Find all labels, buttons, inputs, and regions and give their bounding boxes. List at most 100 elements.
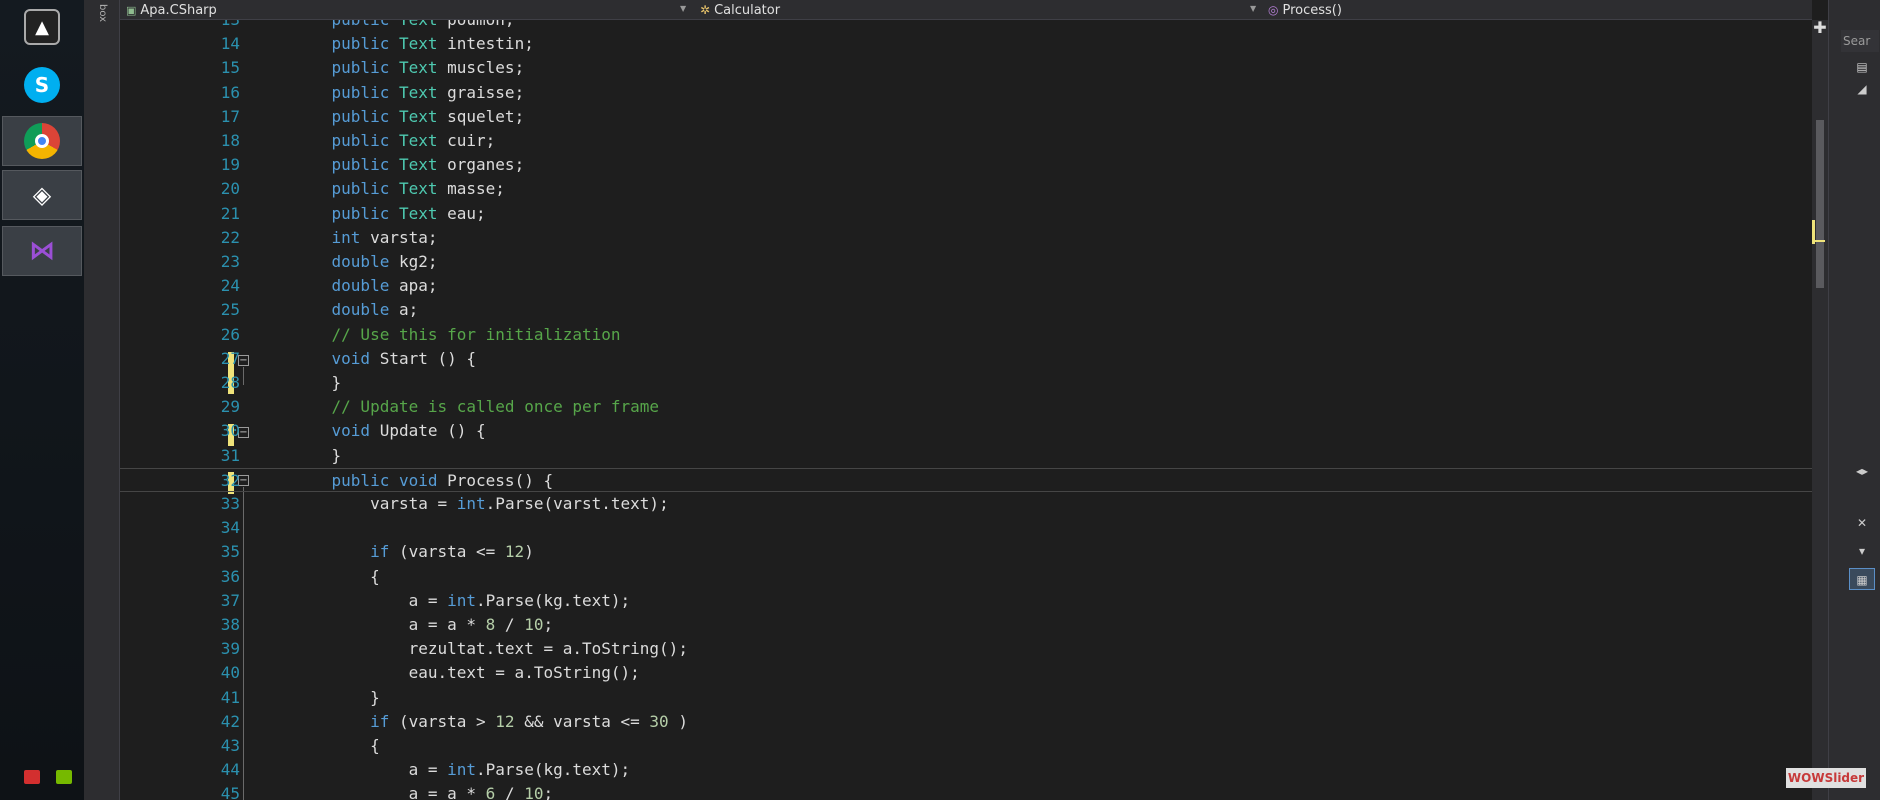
code-text[interactable]: } — [293, 686, 380, 710]
chevron-down-icon[interactable]: ▼ — [1250, 4, 1256, 13]
line-number: 42 — [220, 711, 240, 731]
code-text[interactable]: a = int.Parse(kg.text); — [293, 758, 631, 782]
code-text[interactable]: if (varsta <= 12) — [293, 540, 534, 564]
close-icon[interactable]: ✕ — [1849, 512, 1875, 534]
taskbar-skype[interactable]: S — [2, 60, 82, 110]
code-text[interactable]: a = a * 6 / 10; — [293, 782, 554, 800]
taskbar-app-1[interactable]: ▲ — [2, 2, 82, 52]
code-line[interactable]: 44 a = int.Parse(kg.text); — [120, 758, 1812, 782]
code-line[interactable]: 41 } — [120, 686, 1812, 710]
member-dropdown[interactable]: ◎ Process() — [1268, 0, 1342, 20]
code-text[interactable]: public Text squelet; — [293, 105, 525, 129]
code-text[interactable]: public Text cuir; — [293, 129, 496, 153]
class-dropdown[interactable]: ✲ Calculator — [700, 0, 780, 20]
search-box[interactable]: Sear — [1841, 30, 1879, 52]
code-line[interactable]: 16 public Text graisse; — [120, 81, 1812, 105]
code-line[interactable]: 26 // Use this for initialization — [120, 323, 1812, 347]
code-text[interactable]: public void Process() { — [293, 469, 554, 493]
code-line[interactable]: 34 — [120, 516, 1812, 540]
code-text[interactable]: { — [293, 565, 380, 589]
line-number: 44 — [220, 760, 240, 780]
line-number: 13 — [170, 20, 240, 32]
code-editor[interactable]: − − − 13 public Text poumon;14 public Te… — [120, 20, 1812, 800]
code-line[interactable]: 31 } — [120, 444, 1812, 468]
code-text[interactable]: public Text eau; — [293, 202, 486, 226]
code-text[interactable]: public Text muscles; — [293, 56, 525, 80]
line-number: 31 — [220, 445, 240, 465]
code-line[interactable]: 17 public Text squelet; — [120, 105, 1812, 129]
code-line[interactable]: 15 public Text muscles; — [120, 56, 1812, 80]
code-line[interactable]: 23 double kg2; — [120, 250, 1812, 274]
scroll-arrows-icon[interactable]: ◂▸ — [1849, 460, 1875, 482]
toolbox-tab[interactable]: box — [96, 4, 108, 24]
code-line[interactable]: 33 varsta = int.Parse(varst.text); — [120, 492, 1812, 516]
code-text[interactable]: void Update () { — [293, 419, 486, 443]
code-text[interactable]: } — [293, 371, 342, 395]
line-number: 39 — [220, 639, 240, 659]
code-text[interactable]: a = a * 8 / 10; — [293, 613, 554, 637]
code-line[interactable]: 45 a = a * 6 / 10; — [120, 782, 1812, 800]
taskbar-chrome[interactable] — [2, 116, 82, 166]
code-line[interactable]: 14 public Text intestin; — [120, 32, 1812, 56]
code-line[interactable]: 35 if (varsta <= 12) — [120, 540, 1812, 564]
code-line[interactable]: 39 rezultat.text = a.ToString(); — [120, 637, 1812, 661]
code-line[interactable]: 40 eau.text = a.ToString(); — [120, 661, 1812, 685]
code-text[interactable]: eau.text = a.ToString(); — [293, 661, 640, 685]
line-number: 14 — [220, 34, 240, 54]
caret-position-marker — [1812, 220, 1828, 244]
vertical-scrollbar[interactable] — [1812, 20, 1828, 800]
code-line[interactable]: 42 if (varsta > 12 && varsta <= 30 ) — [120, 710, 1812, 734]
panel-toggle-icon[interactable]: ▦ — [1849, 568, 1875, 590]
code-line[interactable]: 28 } — [120, 371, 1812, 395]
code-text[interactable]: varsta = int.Parse(varst.text); — [293, 492, 669, 516]
class-label: Calculator — [714, 2, 781, 18]
code-text[interactable]: { — [293, 734, 380, 758]
chevron-down-icon[interactable]: ▾ — [1849, 540, 1875, 562]
code-text[interactable]: // Update is called once per frame — [293, 395, 660, 419]
code-text[interactable]: public Text masse; — [293, 177, 505, 201]
code-line[interactable]: 30 void Update () { — [120, 419, 1812, 443]
code-line[interactable]: 38 a = a * 8 / 10; — [120, 613, 1812, 637]
class-icon: ✲ — [700, 3, 711, 17]
code-text[interactable]: double apa; — [293, 274, 438, 298]
project-dropdown[interactable]: ▣ Apa.CSharp — [126, 0, 217, 20]
code-text[interactable]: public Text graisse; — [293, 81, 525, 105]
code-line[interactable]: 13 public Text poumon; — [120, 20, 1812, 32]
code-line[interactable]: 18 public Text cuir; — [120, 129, 1812, 153]
code-text[interactable]: public Text organes; — [293, 153, 525, 177]
code-line[interactable]: 22 int varsta; — [120, 226, 1812, 250]
code-text[interactable]: rezultat.text = a.ToString(); — [293, 637, 688, 661]
code-text[interactable]: // Use this for initialization — [293, 323, 621, 347]
taskbar-unity[interactable]: ◈ — [2, 170, 82, 220]
code-line[interactable]: 36 { — [120, 565, 1812, 589]
code-line[interactable]: 37 a = int.Parse(kg.text); — [120, 589, 1812, 613]
chevron-down-icon[interactable]: ▼ — [680, 4, 686, 13]
code-line[interactable]: 32 public void Process() { — [120, 467, 1812, 493]
nvidia-icon[interactable] — [56, 770, 72, 784]
code-line[interactable]: 27 void Start () { — [120, 347, 1812, 371]
line-number: 19 — [220, 155, 240, 175]
code-text[interactable]: void Start () { — [293, 347, 477, 371]
code-text[interactable]: int varsta; — [293, 226, 438, 250]
code-line[interactable]: 29 // Update is called once per frame — [120, 395, 1812, 419]
code-line[interactable]: 24 double apa; — [120, 274, 1812, 298]
scrollbar-thumb[interactable] — [1816, 120, 1824, 288]
code-line[interactable]: 20 public Text masse; — [120, 177, 1812, 201]
line-number: 33 — [220, 494, 240, 513]
properties-icon[interactable]: ▤ — [1849, 56, 1875, 78]
code-text[interactable]: double kg2; — [293, 250, 438, 274]
code-line[interactable]: 19 public Text organes; — [120, 153, 1812, 177]
code-text[interactable]: double a; — [293, 298, 419, 322]
code-text[interactable]: public Text intestin; — [293, 32, 534, 56]
code-text[interactable]: if (varsta > 12 && varsta <= 30 ) — [293, 710, 688, 734]
taskbar-visual-studio[interactable]: ⋈ — [2, 226, 82, 276]
adobe-icon[interactable] — [24, 770, 40, 784]
code-line[interactable]: 21 public Text eau; — [120, 202, 1812, 226]
code-line[interactable]: 25 double a; — [120, 298, 1812, 322]
triangle-icon[interactable]: ◢ — [1849, 78, 1875, 100]
code-text[interactable]: } — [293, 444, 342, 468]
code-text[interactable]: a = int.Parse(kg.text); — [293, 589, 631, 613]
split-plus-icon[interactable]: ✚ — [1812, 20, 1828, 36]
code-line[interactable]: 43 { — [120, 734, 1812, 758]
code-text[interactable]: public Text poumon; — [293, 20, 515, 32]
